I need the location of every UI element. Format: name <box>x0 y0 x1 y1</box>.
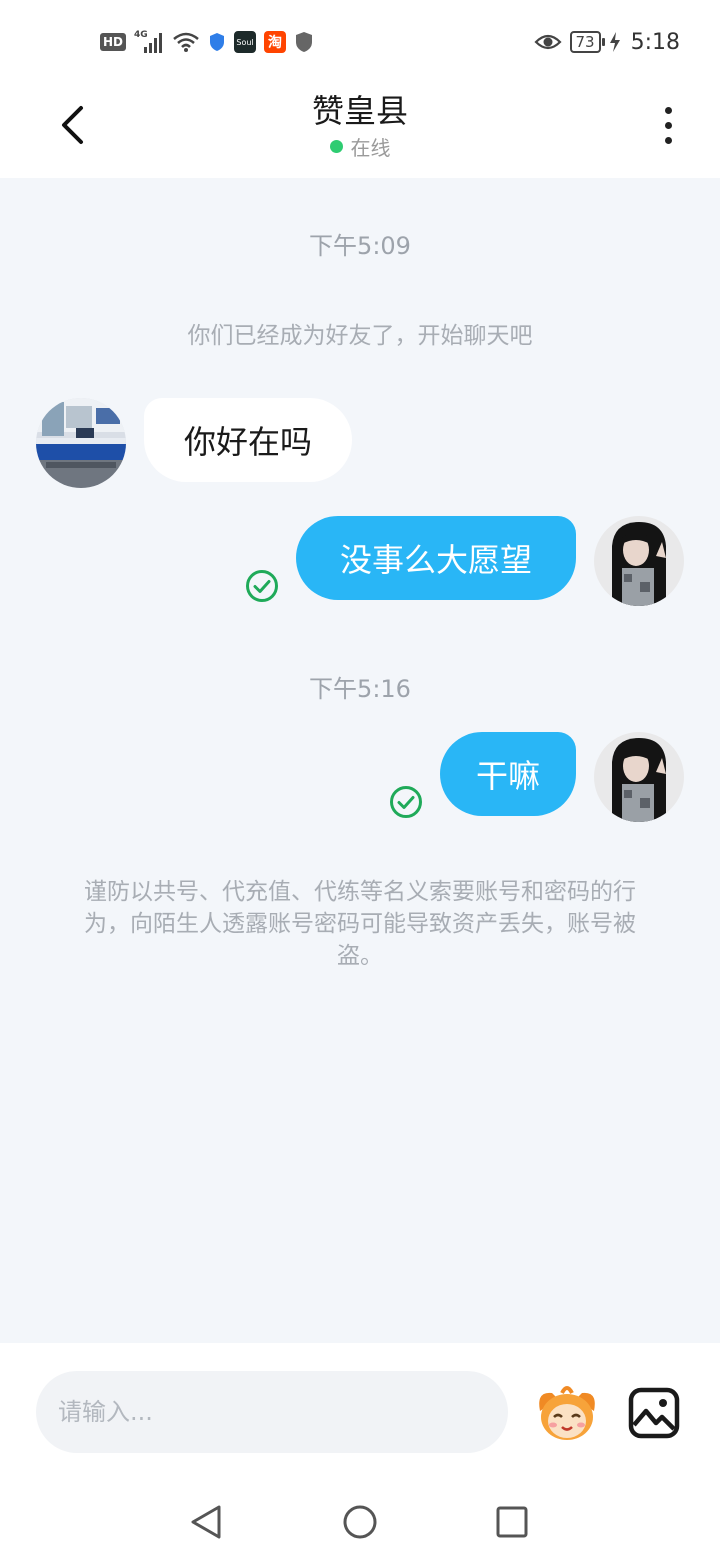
status-time: 5:18 <box>630 29 680 55</box>
more-dot-icon <box>664 121 672 129</box>
status-bar-right: 73 5:18 <box>533 28 680 56</box>
nav-home-button[interactable] <box>340 1502 380 1542</box>
contact-name: 赞皇县 <box>311 92 408 130</box>
emoji-button[interactable] <box>534 1383 600 1443</box>
chat-area[interactable]: 下午5:09 你们已经成为好友了，开始聊天吧 你好在吗 没事么大愿望 下午5:1… <box>0 178 720 1343</box>
soul-app-icon: Soul <box>234 31 257 53</box>
online-status-label: 在线 <box>350 136 391 160</box>
timestamp: 下午5:16 <box>309 675 411 703</box>
contact-avatar[interactable] <box>36 398 126 488</box>
message-bubble-outgoing[interactable]: 干嘛 <box>440 732 576 816</box>
battery-indicator: 73 <box>569 31 605 53</box>
network-type: 4G <box>134 30 148 40</box>
taobao-app-icon: 淘 <box>264 31 287 53</box>
message-bubble-outgoing[interactable]: 没事么大愿望 <box>296 516 576 600</box>
system-message: 你们已经成为好友了，开始聊天吧 <box>187 323 533 349</box>
shield-gray-icon <box>296 32 313 52</box>
more-dot-icon <box>664 106 672 114</box>
read-check-icon <box>246 570 278 602</box>
more-options-button[interactable] <box>650 100 686 150</box>
nav-recents-button[interactable] <box>492 1502 532 1542</box>
status-bar: HD 4G Soul 淘 73 5:18 <box>0 0 720 80</box>
user-photo-avatar <box>594 516 684 606</box>
user-avatar[interactable] <box>594 516 684 606</box>
image-picker-button[interactable] <box>628 1387 680 1439</box>
more-dot-icon <box>664 136 672 144</box>
shield-blue-icon <box>210 33 225 51</box>
message-input[interactable] <box>58 1398 508 1426</box>
timestamp: 下午5:09 <box>309 232 411 260</box>
triangle-back-icon <box>191 1505 221 1539</box>
online-dot-icon <box>329 140 343 153</box>
signal-icon: 4G <box>134 30 163 53</box>
status-bar-left: HD 4G Soul 淘 <box>100 28 314 56</box>
message-text: 干嘛 <box>475 757 540 795</box>
user-photo-avatar <box>594 732 684 822</box>
message-text: 你好在吗 <box>183 423 312 461</box>
chat-header: 赞皇县 在线 <box>0 80 720 178</box>
nav-back-button[interactable] <box>186 1502 226 1542</box>
message-text: 没事么大愿望 <box>339 541 532 579</box>
message-bubble-incoming[interactable]: 你好在吗 <box>144 398 352 482</box>
hd-badge: HD <box>100 33 127 51</box>
system-nav-bar <box>0 1478 720 1560</box>
eye-icon <box>533 34 562 50</box>
office-photo-avatar <box>36 398 126 488</box>
message-input-wrapper[interactable] <box>36 1371 508 1453</box>
mascot-emoji-icon <box>539 1386 595 1440</box>
user-avatar[interactable] <box>594 732 684 822</box>
charging-icon <box>609 32 620 52</box>
wifi-icon <box>173 32 199 52</box>
input-bar <box>0 1343 720 1478</box>
online-status: 在线 <box>0 132 720 161</box>
circle-home-icon <box>343 1505 377 1539</box>
image-icon <box>628 1387 680 1439</box>
square-recents-icon <box>496 1506 528 1538</box>
read-check-icon <box>390 786 422 818</box>
security-warning: 谨防以共号、代充值、代练等名义索要账号和密码的行为，向陌生人透露账号密码可能导致… <box>84 879 636 969</box>
